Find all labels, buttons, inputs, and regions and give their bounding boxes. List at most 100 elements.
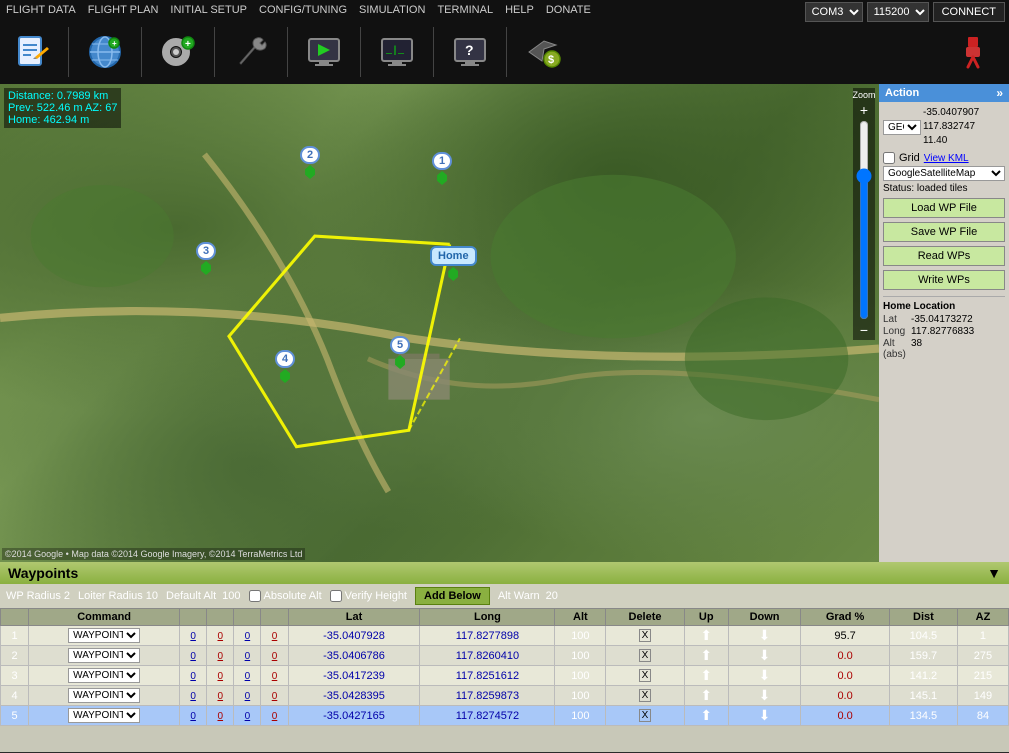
waypoint-3-marker[interactable]: 3: [196, 242, 216, 275]
up-arrow[interactable]: ⬆: [700, 627, 712, 643]
menu-flight-data[interactable]: FLIGHT DATA: [0, 2, 82, 18]
row-p1[interactable]: 0: [180, 646, 207, 666]
row-p4[interactable]: 0: [261, 706, 288, 726]
add-below-button[interactable]: Add Below: [415, 587, 490, 605]
menu-simulation[interactable]: SIMULATION: [353, 2, 431, 18]
view-kml-link[interactable]: View KML: [924, 153, 969, 164]
menu-donate[interactable]: DONATE: [540, 2, 597, 18]
row-delete[interactable]: X: [606, 646, 684, 666]
row-p1[interactable]: 0: [180, 666, 207, 686]
toolbar-terminal[interactable]: _|_: [371, 24, 423, 80]
row-delete[interactable]: X: [606, 706, 684, 726]
absolute-alt-checkbox[interactable]: [249, 590, 261, 602]
waypoint-2-marker[interactable]: 2: [300, 146, 320, 179]
toolbar-flight-plan[interactable]: +: [79, 24, 131, 80]
row-p2[interactable]: 0: [207, 686, 234, 706]
waypoints-collapse-icon[interactable]: ▼: [987, 565, 1001, 581]
row-command[interactable]: WAYPOINT: [29, 666, 180, 686]
menu-config-tuning[interactable]: CONFIG/TUNING: [253, 2, 353, 18]
menu-help[interactable]: HELP: [499, 2, 540, 18]
row-delete[interactable]: X: [606, 626, 684, 646]
load-wp-button[interactable]: Load WP File: [883, 198, 1005, 218]
coord-type-select[interactable]: GEO: [883, 120, 921, 135]
map-container[interactable]: Distance: 0.7989 km Prev: 522.46 m AZ: 6…: [0, 84, 879, 562]
row-down[interactable]: ⬇: [728, 666, 801, 686]
waypoint-1-marker[interactable]: 1: [432, 152, 452, 185]
row-down[interactable]: ⬇: [728, 706, 801, 726]
down-arrow[interactable]: ⬇: [759, 667, 771, 683]
map-type-select[interactable]: GoogleSatelliteMap: [883, 166, 1005, 181]
row-delete[interactable]: X: [606, 686, 684, 706]
read-wps-button[interactable]: Read WPs: [883, 246, 1005, 266]
toolbar-initial-setup[interactable]: +: [152, 24, 204, 80]
command-select[interactable]: WAYPOINT: [68, 688, 140, 703]
row-p2[interactable]: 0: [207, 706, 234, 726]
row-p1[interactable]: 0: [180, 626, 207, 646]
row-up[interactable]: ⬆: [684, 686, 728, 706]
command-select[interactable]: WAYPOINT: [68, 648, 140, 663]
row-p2[interactable]: 0: [207, 626, 234, 646]
waypoint-5-marker[interactable]: 5: [390, 336, 410, 369]
row-up[interactable]: ⬆: [684, 646, 728, 666]
row-down[interactable]: ⬇: [728, 626, 801, 646]
connect-button[interactable]: CONNECT: [933, 2, 1005, 22]
down-arrow[interactable]: ⬇: [759, 687, 771, 703]
row-down[interactable]: ⬇: [728, 686, 801, 706]
row-p3[interactable]: 0: [234, 686, 261, 706]
toolbar-simulation[interactable]: [298, 24, 350, 80]
down-arrow[interactable]: ⬇: [759, 707, 771, 723]
row-delete[interactable]: X: [606, 666, 684, 686]
row-p2[interactable]: 0: [207, 666, 234, 686]
zoom-down-btn[interactable]: −: [860, 322, 868, 338]
write-wps-button[interactable]: Write WPs: [883, 270, 1005, 290]
row-p4[interactable]: 0: [261, 686, 288, 706]
delete-button[interactable]: X: [639, 649, 652, 662]
menu-initial-setup[interactable]: INITIAL SETUP: [164, 2, 253, 18]
row-p4[interactable]: 0: [261, 646, 288, 666]
row-down[interactable]: ⬇: [728, 646, 801, 666]
grid-checkbox[interactable]: [883, 152, 895, 164]
menu-terminal[interactable]: TERMINAL: [431, 2, 499, 18]
home-marker[interactable]: Home: [430, 246, 477, 281]
row-up[interactable]: ⬆: [684, 706, 728, 726]
row-p3[interactable]: 0: [234, 706, 261, 726]
row-p3[interactable]: 0: [234, 626, 261, 646]
toolbar-config[interactable]: [225, 24, 277, 80]
row-command[interactable]: WAYPOINT: [29, 626, 180, 646]
row-p3[interactable]: 0: [234, 666, 261, 686]
row-up[interactable]: ⬆: [684, 666, 728, 686]
baud-rate-select[interactable]: 115200: [867, 2, 929, 22]
verify-height-checkbox[interactable]: [330, 590, 342, 602]
command-select[interactable]: WAYPOINT: [68, 668, 140, 683]
row-p1[interactable]: 0: [180, 706, 207, 726]
delete-button[interactable]: X: [639, 709, 652, 722]
row-p1[interactable]: 0: [180, 686, 207, 706]
menu-flight-plan[interactable]: FLIGHT PLAN: [82, 2, 165, 18]
up-arrow[interactable]: ⬆: [700, 687, 712, 703]
row-command[interactable]: WAYPOINT: [29, 646, 180, 666]
expand-icon[interactable]: »: [996, 86, 1003, 100]
down-arrow[interactable]: ⬇: [759, 627, 771, 643]
row-command[interactable]: WAYPOINT: [29, 706, 180, 726]
down-arrow[interactable]: ⬇: [759, 647, 771, 663]
toolbar-flight-data[interactable]: [6, 24, 58, 80]
command-select[interactable]: WAYPOINT: [68, 708, 140, 723]
row-p4[interactable]: 0: [261, 666, 288, 686]
delete-button[interactable]: X: [639, 669, 652, 682]
zoom-slider[interactable]: [856, 120, 872, 320]
toolbar-help[interactable]: ?: [444, 24, 496, 80]
up-arrow[interactable]: ⬆: [700, 647, 712, 663]
toolbar-donate[interactable]: $: [517, 24, 569, 80]
up-arrow[interactable]: ⬆: [700, 667, 712, 683]
row-p3[interactable]: 0: [234, 646, 261, 666]
waypoint-4-marker[interactable]: 4: [275, 350, 295, 383]
up-arrow[interactable]: ⬆: [700, 707, 712, 723]
command-select[interactable]: WAYPOINT: [68, 628, 140, 643]
save-wp-button[interactable]: Save WP File: [883, 222, 1005, 242]
row-up[interactable]: ⬆: [684, 626, 728, 646]
delete-button[interactable]: X: [639, 629, 652, 642]
zoom-up-btn[interactable]: +: [860, 102, 868, 118]
row-command[interactable]: WAYPOINT: [29, 686, 180, 706]
delete-button[interactable]: X: [639, 689, 652, 702]
row-p2[interactable]: 0: [207, 646, 234, 666]
